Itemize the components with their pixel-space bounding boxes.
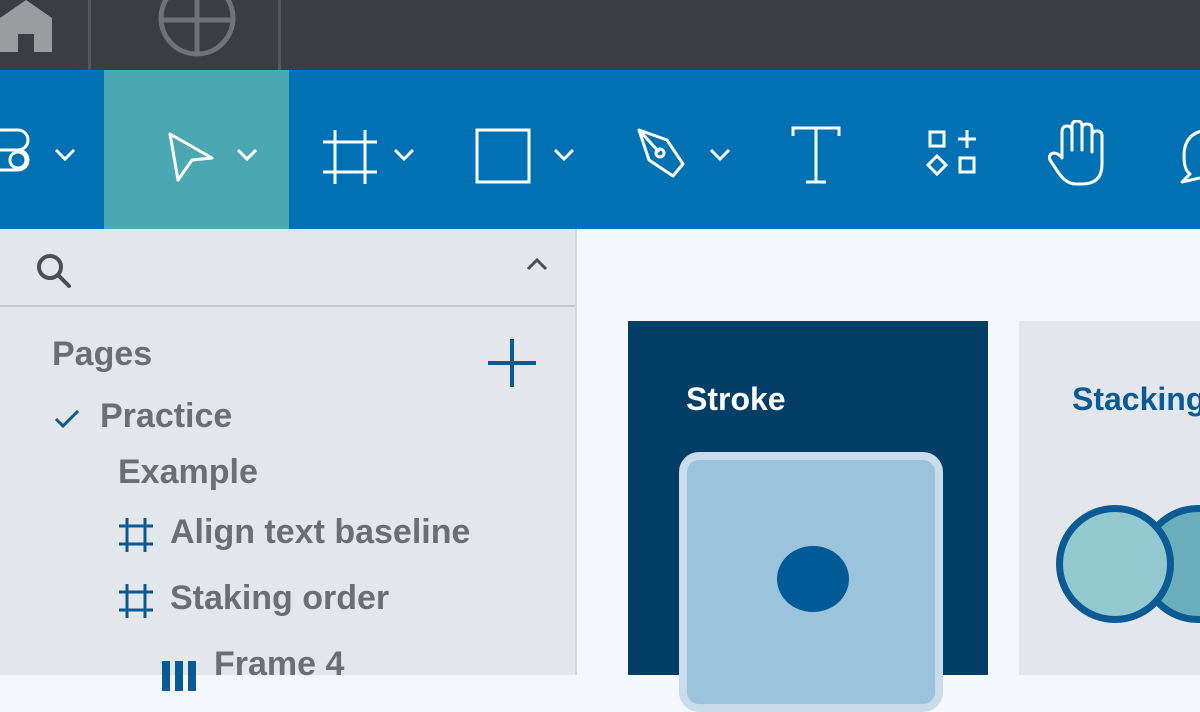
page-item-label: Example bbox=[118, 453, 258, 491]
home-icon[interactable] bbox=[0, 0, 56, 61]
frame-hash-icon bbox=[119, 584, 153, 618]
layer-row[interactable]: Staking order bbox=[118, 577, 538, 627]
resources-button[interactable] bbox=[900, 70, 1010, 229]
columns-layout-icon bbox=[162, 661, 196, 691]
search-input[interactable] bbox=[80, 247, 504, 289]
checkmark-icon bbox=[54, 409, 80, 429]
frame-hash-icon bbox=[119, 518, 153, 552]
text-tool-icon bbox=[791, 126, 841, 184]
layers-panel: Pages Practice Example Align text baseli… bbox=[0, 229, 577, 691]
frame-hash-icon bbox=[323, 130, 377, 184]
page-item-practice[interactable]: Practice bbox=[52, 393, 532, 445]
text-tool-button[interactable] bbox=[759, 70, 879, 229]
stroke-card[interactable]: Stroke bbox=[628, 321, 988, 712]
chevron-down-icon bbox=[393, 148, 415, 162]
page-item-label: Practice bbox=[100, 397, 233, 435]
search-row bbox=[0, 229, 576, 307]
hand-icon bbox=[1048, 120, 1104, 186]
rectangle-icon bbox=[475, 128, 531, 184]
pages-section-title: Pages bbox=[52, 335, 153, 373]
main-toolbar bbox=[0, 70, 1200, 229]
chevron-up-icon[interactable] bbox=[526, 257, 548, 271]
pen-tool-button[interactable] bbox=[599, 70, 759, 229]
stacking-card-title: Stacking bbox=[1072, 381, 1200, 417]
move-cursor-icon bbox=[168, 132, 214, 182]
figma-logo-icon bbox=[0, 128, 30, 172]
chevron-down-icon bbox=[54, 148, 76, 162]
layer-label: Staking order bbox=[170, 579, 390, 617]
chevron-down-icon bbox=[236, 148, 258, 162]
resources-icon bbox=[925, 130, 976, 177]
layer-row[interactable]: Align text baseline bbox=[118, 511, 538, 561]
stroke-sample-dot[interactable] bbox=[777, 546, 849, 612]
topbar-separator bbox=[278, 0, 281, 70]
stroke-card-title: Stroke bbox=[686, 381, 786, 417]
stacking-card[interactable]: Stacking bbox=[1019, 321, 1200, 675]
layer-label: Frame 4 bbox=[214, 645, 345, 683]
app-top-bar bbox=[0, 0, 1200, 70]
comment-icon bbox=[1180, 130, 1200, 184]
plus-icon[interactable] bbox=[486, 337, 538, 389]
figma-menu-button[interactable] bbox=[0, 70, 104, 229]
page-item-example[interactable]: Example bbox=[118, 449, 532, 501]
hand-tool-button[interactable] bbox=[1030, 70, 1130, 229]
chevron-down-icon bbox=[709, 148, 731, 162]
topbar-separator bbox=[88, 0, 91, 70]
move-tool-button[interactable] bbox=[104, 70, 289, 229]
stacking-circle-front[interactable] bbox=[1056, 505, 1174, 623]
comment-tool-button[interactable] bbox=[1150, 70, 1200, 229]
shape-tool-button[interactable] bbox=[439, 70, 599, 229]
layer-label: Align text baseline bbox=[170, 513, 471, 551]
chevron-down-icon bbox=[553, 148, 575, 162]
search-icon[interactable] bbox=[34, 251, 74, 291]
layer-row[interactable]: Frame 4 bbox=[160, 643, 532, 693]
frame-tool-button[interactable] bbox=[289, 70, 439, 229]
pen-icon bbox=[637, 128, 685, 178]
grid-globe-icon[interactable] bbox=[152, 0, 242, 67]
